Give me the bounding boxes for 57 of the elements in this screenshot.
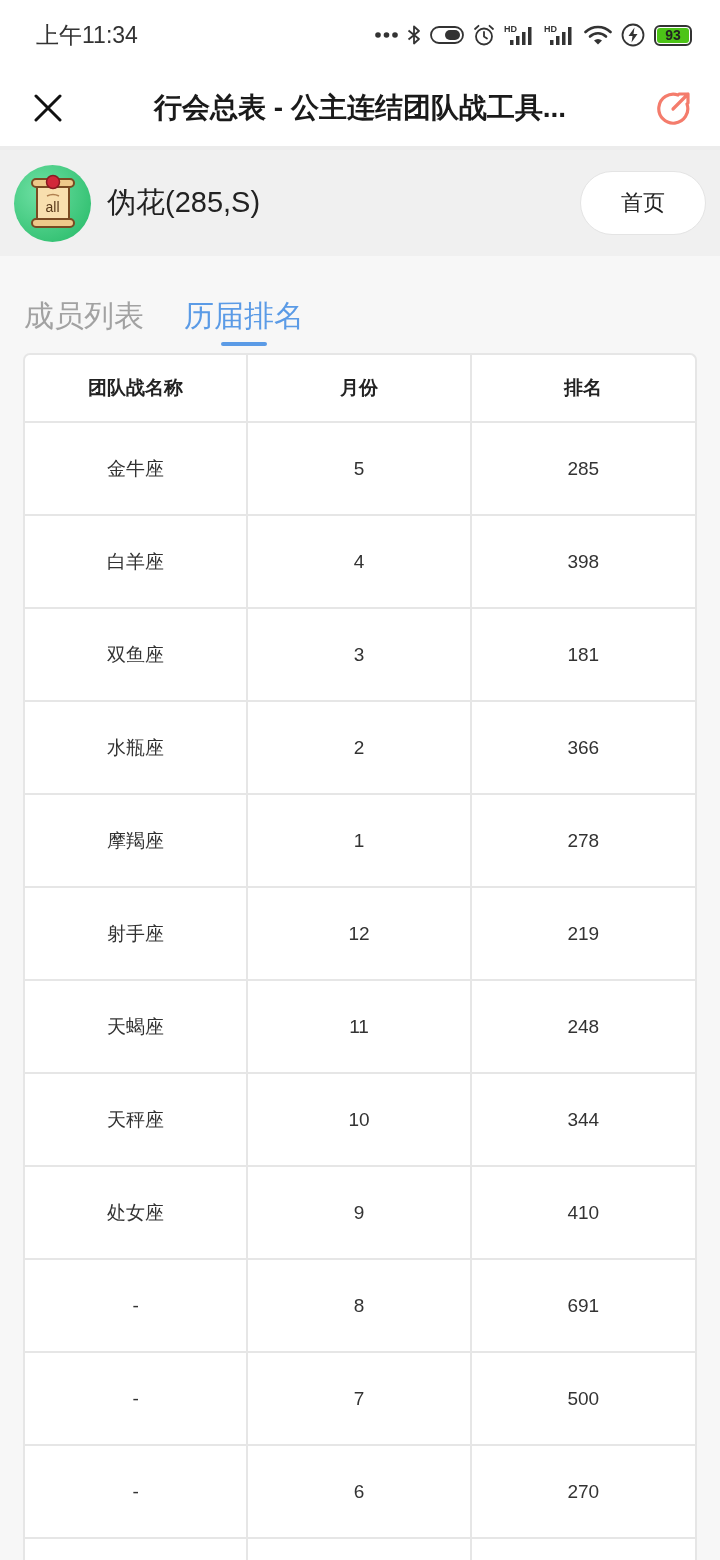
network-type-label: HD xyxy=(504,25,517,34)
table-cell: 181 xyxy=(471,609,695,702)
table-cell: 270 xyxy=(471,1446,695,1539)
table-cell: 4 xyxy=(248,516,472,609)
table-cell: 6 xyxy=(248,1446,472,1539)
table-cell: 7 xyxy=(248,1353,472,1446)
more-dots-icon xyxy=(375,32,398,38)
close-icon[interactable] xyxy=(34,94,62,122)
table-cell: 1 xyxy=(248,795,472,888)
table-cell: 8 xyxy=(248,1260,472,1353)
table-cell: 366 xyxy=(471,702,695,795)
table-cell: 10 xyxy=(248,1074,472,1167)
column-header: 团队战名称 xyxy=(25,355,249,423)
table-cell: - xyxy=(25,1446,249,1539)
table-cell: 双鱼座 xyxy=(25,609,249,702)
toggle-icon xyxy=(430,25,464,45)
table-cell: 11 xyxy=(248,981,472,1074)
network-type-label: HD xyxy=(544,25,557,34)
table-cell: 水瓶座 xyxy=(25,702,249,795)
tab[interactable]: 成员列表 xyxy=(22,256,146,346)
table-cell: 金牛座 xyxy=(25,423,249,516)
wifi-icon xyxy=(584,25,612,45)
table-cell: 691 xyxy=(471,1260,695,1353)
bluetooth-icon xyxy=(407,25,421,45)
table-cell: 248 xyxy=(471,981,695,1074)
table-cell: - xyxy=(25,1353,249,1446)
table-cell: 344 xyxy=(471,1074,695,1167)
table-cell: 处女座 xyxy=(25,1167,249,1260)
tab[interactable]: 历届排名 xyxy=(182,256,306,346)
home-button[interactable]: 首页 xyxy=(580,171,706,235)
column-header: 排名 xyxy=(471,355,695,423)
table-cell: 410 xyxy=(471,1167,695,1260)
table-cell: 天蝎座 xyxy=(25,981,249,1074)
table-cell: 5 xyxy=(248,423,472,516)
alarm-clock-icon xyxy=(473,24,495,46)
table-cell: 285 xyxy=(471,423,695,516)
table-cell: 398 xyxy=(471,516,695,609)
table-cell: 12 xyxy=(248,888,472,981)
battery-indicator: 93 xyxy=(654,24,692,46)
avatar-label: all xyxy=(45,200,60,214)
share-icon[interactable] xyxy=(657,91,691,125)
guild-name: 伪花(285,S) xyxy=(107,185,261,220)
table-cell: 3 xyxy=(248,609,472,702)
page-title: 行会总表 - 公主连结团队战工具... xyxy=(153,91,567,125)
table-cell: 278 xyxy=(471,795,695,888)
table-cell: 9 xyxy=(248,1167,472,1260)
table-cell: - xyxy=(25,1260,249,1353)
table-cell: 白羊座 xyxy=(25,516,249,609)
table-cell: 500 xyxy=(471,1353,695,1446)
table-cell: 射手座 xyxy=(25,888,249,981)
table-cell: 2 xyxy=(248,702,472,795)
charging-icon xyxy=(621,23,645,47)
status-time: 上午11:34 xyxy=(36,20,138,50)
table-cell: 219 xyxy=(471,888,695,981)
column-header: 月份 xyxy=(248,355,472,423)
table-cell: 摩羯座 xyxy=(25,795,249,888)
table-cell: 天秤座 xyxy=(25,1074,249,1167)
